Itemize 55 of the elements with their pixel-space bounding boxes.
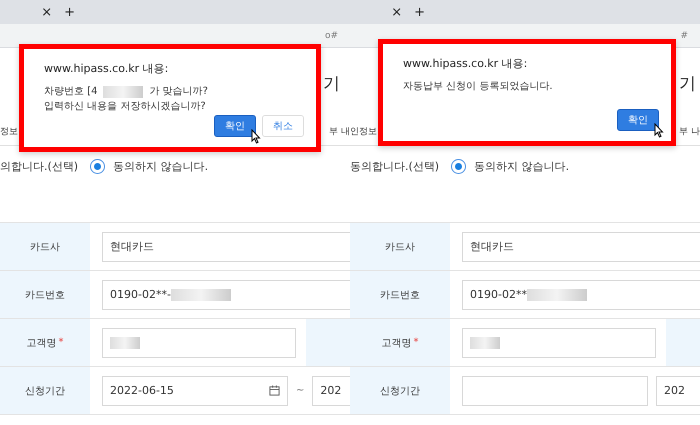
radio-label: 동의하지 않습니다.: [113, 158, 208, 174]
dialog-message: 자동납부 신청이 등록되었습니다.: [403, 80, 553, 94]
cursor-icon: [251, 129, 261, 144]
redaction-block: [470, 336, 500, 348]
radio-label: 동의하지 않습니다.: [474, 158, 570, 174]
agree-option-label: 의합니다.(선택): [0, 158, 78, 174]
required-mark: *: [414, 337, 418, 348]
address-text: #: [680, 30, 688, 40]
notice-text: 정보: [0, 126, 18, 138]
page-heading: 기: [323, 72, 340, 94]
redaction-block: [103, 86, 144, 98]
dialog-message: 차량번호 [4: [44, 85, 98, 99]
page-heading: 기: [679, 72, 696, 94]
text-field[interactable]: [462, 328, 656, 358]
form-label: 카드번호: [380, 288, 420, 302]
cancel-button[interactable]: 취소: [262, 115, 304, 137]
address-text: o#: [324, 30, 338, 40]
date-field[interactable]: [462, 376, 648, 406]
redaction-block: [526, 288, 587, 300]
radio-button[interactable]: [451, 158, 466, 174]
radio-button[interactable]: [90, 158, 106, 174]
notice-text: 부 내: [329, 126, 350, 138]
notice-text: 부 나: [679, 126, 700, 138]
required-mark: *: [58, 337, 64, 348]
date-field[interactable]: 2022-06-15: [102, 376, 288, 406]
notice-text: 인정보: [350, 126, 377, 138]
form-label: 신청기간: [380, 384, 420, 398]
new-tab-icon[interactable]: +: [64, 6, 75, 18]
date-field[interactable]: 202: [312, 376, 350, 406]
form-label: 카드사: [30, 240, 60, 254]
close-tab-icon[interactable]: ×: [391, 6, 402, 18]
dialog-title: www.hipass.co.kr 내용:: [44, 61, 170, 76]
form-label: 고객명: [26, 336, 56, 350]
redaction-block: [170, 288, 231, 300]
dialog-message: 입력하신 내용을 저장하시겠습니까?: [44, 100, 206, 114]
dialog-message: 가 맞습니까?: [149, 85, 208, 99]
cursor-icon: [654, 123, 664, 138]
text-field[interactable]: 현대카드: [102, 232, 350, 262]
form-label: 카드사: [385, 240, 415, 254]
text-field[interactable]: [102, 328, 296, 358]
form-label: 카드번호: [25, 288, 65, 302]
calendar-icon[interactable]: [269, 385, 280, 396]
cell-background: [666, 319, 700, 366]
form-label: 신청기간: [25, 384, 65, 398]
new-tab-icon[interactable]: +: [414, 6, 425, 18]
redaction-block: [110, 336, 140, 348]
text-field[interactable]: 현대카드: [462, 232, 700, 262]
text-field[interactable]: 0190-02**-: [102, 280, 350, 310]
date-field[interactable]: 202: [656, 376, 700, 406]
close-tab-icon[interactable]: ×: [41, 6, 52, 18]
form-label: 고객명: [382, 336, 412, 350]
range-separator: ~: [296, 385, 304, 396]
agree-option-label: 동의합니다.(선택): [350, 158, 440, 174]
dialog-title: www.hipass.co.kr 내용:: [403, 56, 528, 71]
text-field[interactable]: 0190-02**: [462, 280, 700, 310]
